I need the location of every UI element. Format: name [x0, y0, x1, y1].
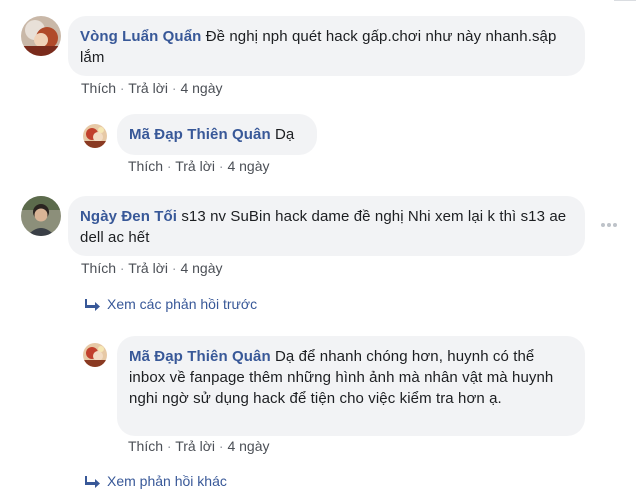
reply-link[interactable]: Trả lời [128, 80, 168, 96]
comment-bubble: Mã Đạp Thiên Quân Dạ để nhanh chóng hơn,… [117, 336, 585, 436]
user-avatar-icon [21, 196, 61, 236]
commenter-avatar[interactable] [21, 16, 61, 56]
like-link[interactable]: Thích [81, 80, 116, 96]
timestamp-link[interactable]: 4 ngày [180, 260, 222, 276]
separator-dot: · [119, 260, 125, 276]
user-avatar-icon [21, 16, 61, 56]
separator-dot: · [218, 158, 224, 174]
comment-text: Dạ [275, 126, 295, 143]
timestamp-link[interactable]: 4 ngày [180, 80, 222, 96]
like-link[interactable]: Thích [81, 260, 116, 276]
comment-actions: Thích · Trả lời · 4 ngày [81, 260, 223, 276]
more-options-icon[interactable] [600, 222, 618, 228]
page-avatar-icon [83, 343, 107, 367]
comment-bubble: Ngày Đen Tối s13 nv SuBin hack dame đề n… [68, 196, 585, 256]
like-link[interactable]: Thích [128, 158, 163, 174]
comment-bubble: Vòng Luẩn Quẩn Đề nghị nph quét hack gấp… [68, 16, 585, 76]
reply-link[interactable]: Trả lời [175, 438, 215, 454]
timestamp-link[interactable]: 4 ngày [227, 158, 269, 174]
reply-link[interactable]: Trả lời [175, 158, 215, 174]
comment-actions: Thích · Trả lời · 4 ngày [81, 80, 223, 96]
replier-avatar[interactable] [83, 124, 107, 148]
reply-arrow-icon [85, 299, 100, 311]
timestamp-link[interactable]: 4 ngày [227, 438, 269, 454]
replier-avatar[interactable] [83, 343, 107, 367]
separator-dot: · [171, 80, 177, 96]
more-replies-link[interactable]: Xem phản hồi khác [85, 473, 227, 489]
comment-actions: Thích · Trả lời · 4 ngày [128, 158, 270, 174]
previous-replies-label[interactable]: Xem các phản hồi trước [107, 296, 257, 312]
comment-actions: Thích · Trả lời · 4 ngày [128, 438, 270, 454]
separator-dot: · [166, 438, 172, 454]
frame-top-line [614, 0, 636, 1]
reply-arrow-icon [85, 476, 100, 488]
separator-dot: · [166, 158, 172, 174]
separator-dot: · [218, 438, 224, 454]
page-avatar-icon [83, 124, 107, 148]
previous-replies-link[interactable]: Xem các phản hồi trước [85, 296, 257, 312]
separator-dot: · [171, 260, 177, 276]
commenter-avatar[interactable] [21, 196, 61, 236]
comment-author[interactable]: Mã Đạp Thiên Quân [129, 348, 271, 365]
reply-link[interactable]: Trả lời [128, 260, 168, 276]
like-link[interactable]: Thích [128, 438, 163, 454]
comment-author[interactable]: Vòng Luẩn Quẩn [80, 28, 201, 45]
comment-author[interactable]: Ngày Đen Tối [80, 208, 177, 225]
separator-dot: · [119, 80, 125, 96]
comment-author[interactable]: Mã Đạp Thiên Quân [129, 126, 271, 143]
comment-bubble: Mã Đạp Thiên Quân Dạ [117, 114, 317, 155]
more-replies-label[interactable]: Xem phản hồi khác [107, 473, 227, 489]
